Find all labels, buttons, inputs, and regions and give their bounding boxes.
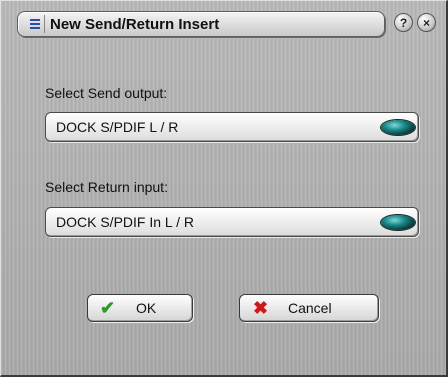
- help-button[interactable]: ?: [394, 13, 413, 32]
- window-title: New Send/Return Insert: [50, 16, 220, 33]
- title-separator: [44, 15, 45, 33]
- dropdown-knob-icon[interactable]: [381, 120, 415, 135]
- send-output-dropdown[interactable]: DOCK S/PDIF L / R: [45, 112, 419, 142]
- help-icon: ?: [399, 15, 408, 30]
- ok-label: OK: [136, 300, 157, 316]
- ok-button[interactable]: ✔ OK: [87, 294, 193, 322]
- dropdown-knob-icon[interactable]: [381, 215, 415, 230]
- return-input-value: DOCK S/PDIF In L / R: [56, 214, 194, 230]
- send-return-dialog: New Send/Return Insert ? × Select Send o…: [0, 0, 448, 377]
- close-button[interactable]: ×: [417, 13, 436, 32]
- x-icon: ✖: [253, 298, 269, 318]
- cancel-button[interactable]: ✖ Cancel: [239, 294, 379, 322]
- cancel-label: Cancel: [288, 300, 332, 316]
- send-output-value: DOCK S/PDIF L / R: [56, 119, 179, 135]
- close-icon: ×: [422, 15, 430, 30]
- return-input-label: Select Return input:: [45, 179, 168, 195]
- checkmark-icon: ✔: [100, 298, 116, 318]
- return-input-dropdown[interactable]: DOCK S/PDIF In L / R: [45, 207, 419, 237]
- send-output-label: Select Send output:: [45, 85, 168, 101]
- menu-icon[interactable]: [30, 19, 40, 29]
- title-bar[interactable]: New Send/Return Insert: [17, 11, 385, 37]
